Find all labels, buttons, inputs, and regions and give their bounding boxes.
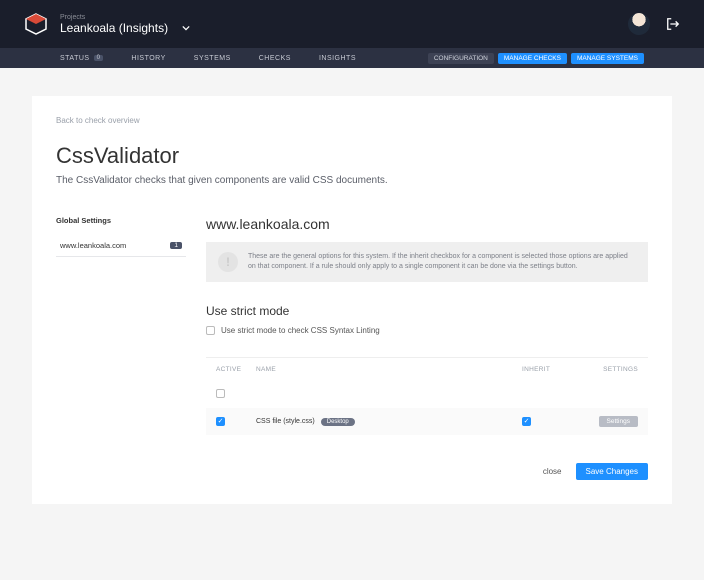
strict-label: Use strict mode to check CSS Syntax Lint… (221, 326, 380, 335)
table-row: CSS file (style.css) Desktop Settings (206, 408, 648, 435)
logout-icon[interactable] (666, 17, 680, 31)
project-selector[interactable]: Projects Leankoala (Insights) (60, 14, 190, 35)
strict-checkbox[interactable] (206, 326, 215, 335)
nav-insights[interactable]: INSIGHTS (319, 55, 356, 62)
save-button[interactable]: Save Changes (576, 463, 648, 480)
components-table: ACTIVE NAME INHERIT SETTINGS CSS file (s… (206, 357, 648, 435)
project-name: Leankoala (Insights) (60, 21, 168, 35)
th-settings: SETTINGS (582, 366, 638, 373)
info-icon: ! (218, 252, 238, 272)
sidebar: Global Settings www.leankoala.com 1 (56, 216, 186, 480)
close-button[interactable]: close (543, 467, 562, 476)
manage-systems-button[interactable]: MANAGE SYSTEMS (571, 53, 644, 64)
back-link[interactable]: Back to check overview (56, 116, 648, 125)
table-header: ACTIVE NAME INHERIT SETTINGS (206, 358, 648, 381)
nav-systems[interactable]: SYSTEMS (194, 55, 231, 62)
th-name: NAME (256, 366, 522, 373)
sidebar-item-label: www.leankoala.com (60, 241, 126, 250)
projects-label: Projects (60, 14, 190, 21)
page-title: CssValidator (56, 143, 648, 169)
nav-status[interactable]: STATUS0 (60, 55, 103, 62)
row-active-checkbox[interactable] (216, 417, 225, 426)
chevron-down-icon (182, 24, 190, 32)
info-box: ! These are the general options for this… (206, 242, 648, 282)
row-inherit-checkbox[interactable] (522, 417, 531, 426)
settings-panel: www.leankoala.com ! These are the genera… (206, 216, 648, 480)
secondary-nav: STATUS0 HISTORY SYSTEMS CHECKS INSIGHTS … (0, 48, 704, 68)
topbar: Projects Leankoala (Insights) (0, 0, 704, 48)
table-selectall-row (206, 381, 648, 408)
avatar[interactable] (628, 13, 650, 35)
row-settings-button[interactable]: Settings (599, 416, 639, 427)
nav-history[interactable]: HISTORY (131, 55, 165, 62)
sidebar-heading: Global Settings (56, 216, 186, 225)
info-text: These are the general options for this s… (248, 252, 636, 272)
th-active: ACTIVE (216, 366, 256, 373)
nav-checks[interactable]: CHECKS (259, 55, 291, 62)
strict-mode-row[interactable]: Use strict mode to check CSS Syntax Lint… (206, 326, 648, 335)
configuration-button[interactable]: CONFIGURATION (428, 53, 494, 64)
footer-actions: close Save Changes (206, 463, 648, 480)
manage-checks-button[interactable]: MANAGE CHECKS (498, 53, 567, 64)
row-tag: Desktop (321, 418, 355, 426)
host-title: www.leankoala.com (206, 216, 648, 232)
strict-heading: Use strict mode (206, 304, 648, 318)
select-all-checkbox[interactable] (216, 389, 225, 398)
sidebar-item-host[interactable]: www.leankoala.com 1 (56, 235, 186, 257)
th-inherit: INHERIT (522, 366, 582, 373)
row-name: CSS file (style.css) (256, 418, 315, 425)
page-subtitle: The CssValidator checks that given compo… (56, 175, 648, 186)
logo-icon (24, 12, 48, 36)
sidebar-item-count: 1 (170, 242, 182, 249)
content-card: Back to check overview CssValidator The … (32, 96, 672, 504)
